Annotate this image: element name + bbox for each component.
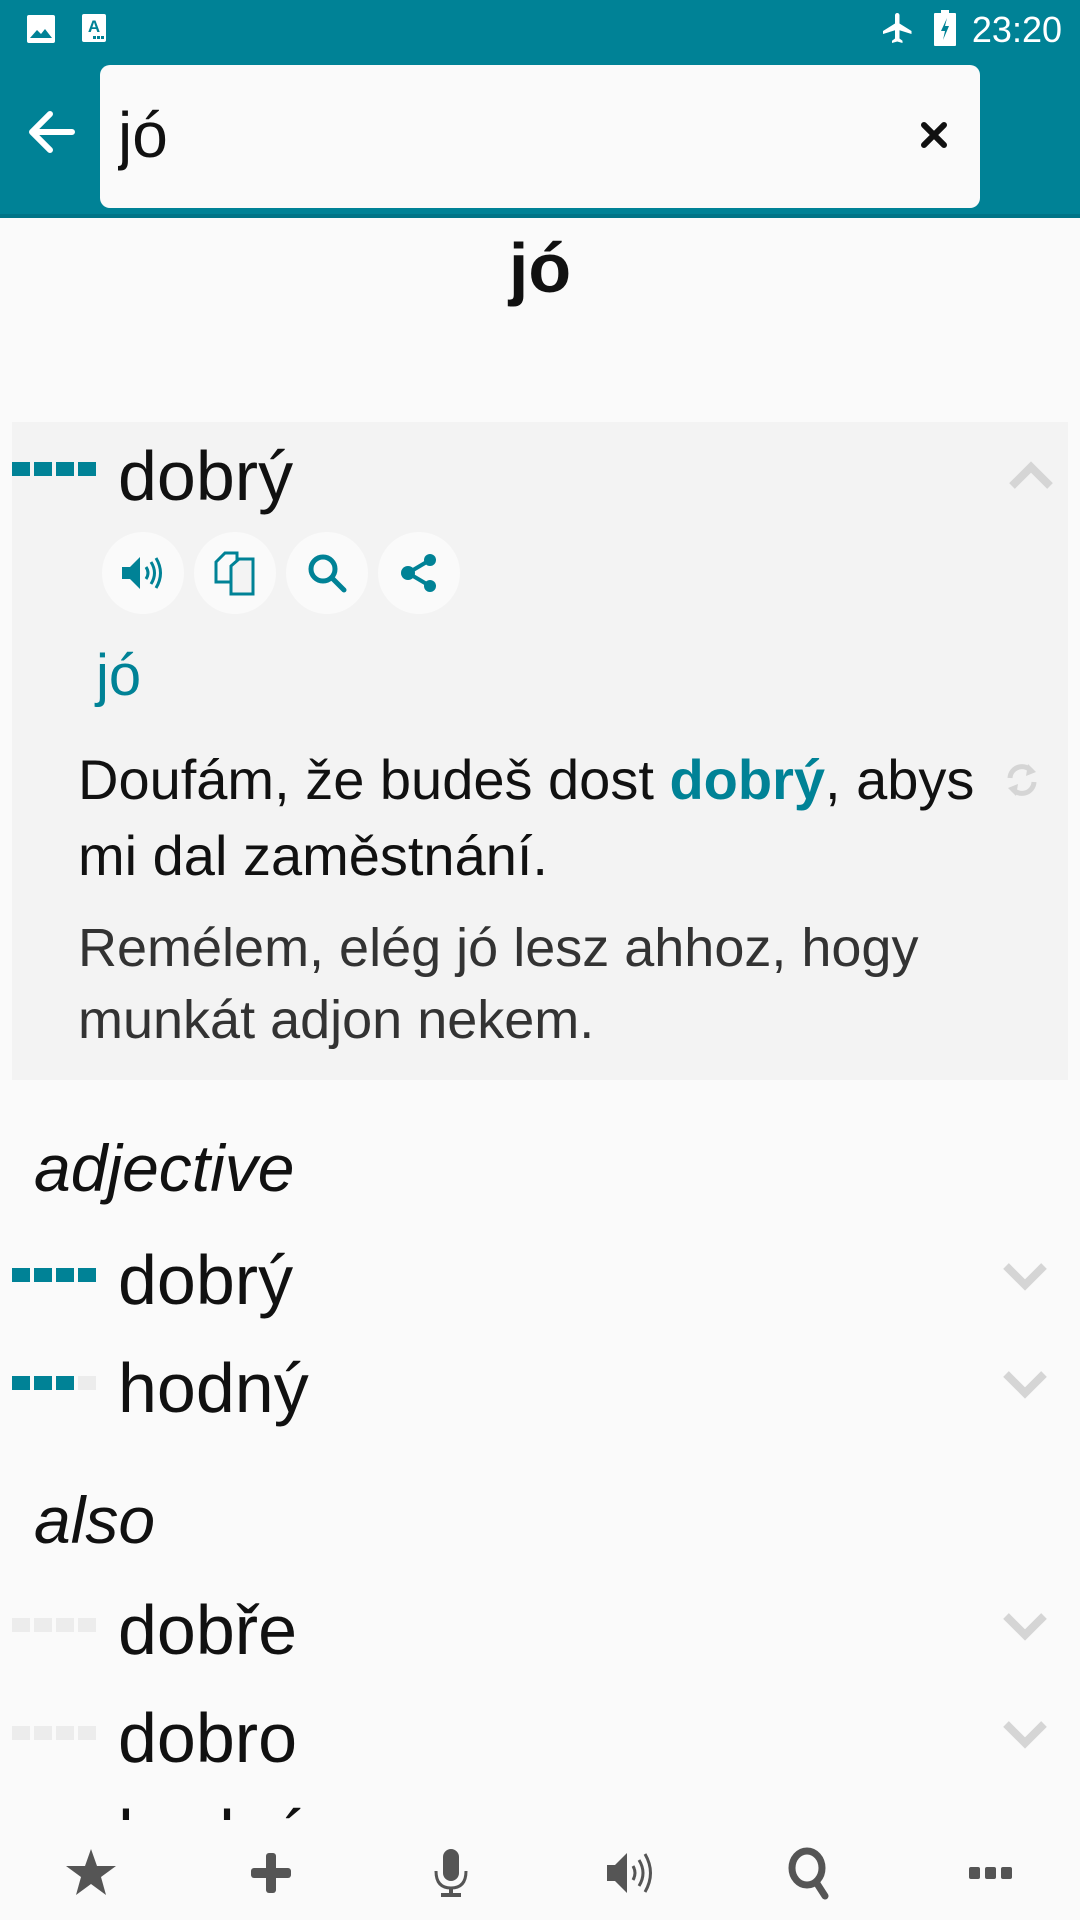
favorites-button[interactable] bbox=[56, 1838, 126, 1908]
copy-icon bbox=[214, 551, 255, 596]
app-bar bbox=[0, 60, 1080, 218]
expand-chevron-down-icon[interactable] bbox=[1000, 1718, 1050, 1752]
search-button[interactable] bbox=[776, 1838, 846, 1908]
expanded-translation-card[interactable]: dobrý jó Doufám, že budeš dost dobrý, ab… bbox=[12, 422, 1068, 1080]
example-text: Doufám, že budeš dost bbox=[78, 748, 670, 811]
share-button[interactable] bbox=[378, 532, 460, 614]
airplane-mode-icon bbox=[883, 13, 912, 43]
translation-word: dobro bbox=[118, 1699, 298, 1777]
more-options-button[interactable] bbox=[956, 1838, 1026, 1908]
translation-word: dobrý bbox=[118, 1241, 294, 1319]
gallery-notification-icon bbox=[27, 15, 55, 43]
refresh-example-button[interactable] bbox=[1002, 760, 1042, 800]
search-icon bbox=[308, 554, 347, 593]
example-highlight: dobrý bbox=[669, 748, 826, 811]
voice-input-button[interactable] bbox=[416, 1838, 486, 1908]
frequency-indicator bbox=[12, 1726, 96, 1740]
search-input[interactable] bbox=[118, 95, 878, 175]
search-icon bbox=[788, 1847, 829, 1900]
example-sentence-hungarian: Remélem, elég jó lesz ahhoz, hogy munkát… bbox=[78, 918, 919, 1050]
more-icon bbox=[969, 1867, 1012, 1879]
speaker-icon bbox=[607, 1853, 652, 1893]
clear-search-button[interactable] bbox=[914, 115, 954, 155]
pronounce-button[interactable] bbox=[596, 1838, 666, 1908]
microphone-icon bbox=[434, 1849, 468, 1897]
share-icon bbox=[401, 554, 436, 592]
translation-word: dobrý bbox=[118, 437, 294, 515]
expand-chevron-down-icon[interactable] bbox=[1000, 1610, 1050, 1644]
list-item-partial[interactable]: hodný bbox=[118, 1800, 309, 1820]
copy-button[interactable] bbox=[194, 532, 276, 614]
headword-title: jó bbox=[508, 229, 572, 307]
add-button[interactable] bbox=[236, 1838, 306, 1908]
collapse-chevron-up-icon[interactable] bbox=[1006, 458, 1056, 492]
frequency-indicator bbox=[12, 1376, 96, 1390]
translate-notification-icon: A bbox=[82, 14, 106, 42]
star-icon bbox=[66, 1849, 116, 1895]
bottom-toolbar bbox=[0, 1820, 1080, 1920]
expand-chevron-down-icon[interactable] bbox=[1000, 1260, 1050, 1294]
translation-word: hodný bbox=[118, 1349, 309, 1427]
frequency-indicator bbox=[12, 1618, 96, 1632]
translation-word: dobře bbox=[118, 1591, 298, 1669]
plus-icon bbox=[251, 1853, 291, 1893]
battery-charging-icon bbox=[934, 10, 956, 46]
example-sentence-czech: Doufám, že budeš dost dobrý, abys mi dal… bbox=[78, 742, 978, 894]
clock: 23:20 bbox=[971, 9, 1062, 50]
frequency-indicator bbox=[12, 1268, 96, 1282]
speak-button[interactable] bbox=[102, 532, 184, 614]
source-word: jó bbox=[96, 643, 142, 708]
svg-text:A: A bbox=[88, 17, 100, 36]
speaker-icon bbox=[122, 557, 162, 589]
section-title-also: also bbox=[34, 1483, 156, 1557]
search-translation-button[interactable] bbox=[286, 532, 368, 614]
expand-chevron-down-icon[interactable] bbox=[1000, 1368, 1050, 1402]
status-bar: A 23:20 bbox=[0, 0, 1080, 60]
section-title-adjective: adjective bbox=[34, 1131, 295, 1205]
back-button[interactable] bbox=[20, 102, 80, 162]
search-box bbox=[100, 65, 980, 208]
frequency-indicator bbox=[12, 462, 96, 476]
